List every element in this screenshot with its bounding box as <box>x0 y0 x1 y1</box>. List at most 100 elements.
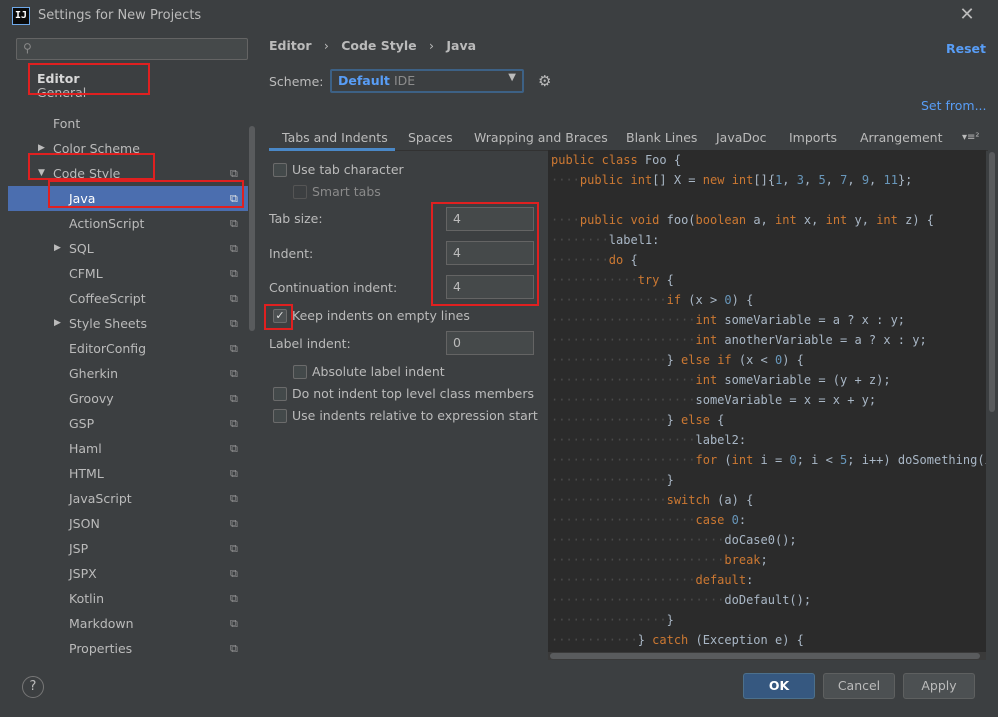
sidebar-item-jspx[interactable]: JSPX ⧉ <box>8 561 248 586</box>
settings-dialog: IJ Settings for New Projects ✕ ⚲ Editor G… <box>0 0 998 717</box>
code-line: ························doCase0(); <box>551 533 797 547</box>
project-scheme-icon: ⧉ <box>230 267 238 280</box>
settings-search-input[interactable]: ⚲ <box>16 38 248 60</box>
absolute-label-indent-label: Absolute label indent <box>312 364 445 379</box>
code-line: ····················int someVariable = a… <box>551 313 906 327</box>
project-scheme-icon: ⧉ <box>230 442 238 455</box>
no-indent-top-level-checkbox[interactable] <box>273 387 287 401</box>
breadcrumb-separator: › <box>323 38 329 53</box>
code-line: ····················default: <box>551 573 754 587</box>
sidebar-item-actionscript[interactable]: ActionScript ⧉ <box>8 211 248 236</box>
sidebar-item-label: JSPX <box>69 566 97 581</box>
window-title: Settings for New Projects <box>38 8 202 23</box>
code-style-tabs: Tabs and Indents Spaces Wrapping and Bra… <box>269 124 991 151</box>
sidebar-item-sql[interactable]: ▶ SQL ⧉ <box>8 236 248 261</box>
sidebar-item-label: ActionScript <box>69 216 145 231</box>
project-scheme-icon: ⧉ <box>230 292 238 305</box>
sidebar-item-jsp[interactable]: JSP ⧉ <box>8 536 248 561</box>
label-indent-input[interactable]: 0 <box>446 331 534 355</box>
sidebar-item-cfml[interactable]: CFML ⧉ <box>8 261 248 286</box>
sidebar-item-markdown[interactable]: Markdown ⧉ <box>8 611 248 636</box>
scheme-select[interactable]: Default IDE ▼ <box>330 69 524 93</box>
sidebar-item-label: Groovy <box>69 391 114 406</box>
relative-indents-label: Use indents relative to expression start <box>292 408 538 423</box>
cancel-button[interactable]: Cancel <box>823 673 895 699</box>
expand-right-icon[interactable]: ▶ <box>54 236 61 261</box>
expand-right-icon[interactable]: ▶ <box>54 311 61 336</box>
sidebar-item-gherkin[interactable]: Gherkin ⧉ <box>8 361 248 386</box>
project-scheme-icon: ⧉ <box>230 617 238 630</box>
use-tab-character-checkbox[interactable] <box>273 163 287 177</box>
preview-hscroll-thumb[interactable] <box>550 653 980 659</box>
sidebar-item-coffeescript[interactable]: CoffeeScript ⧉ <box>8 286 248 311</box>
project-scheme-icon: ⧉ <box>230 517 238 530</box>
breadcrumb-java: Java <box>446 38 477 53</box>
tab-blank-lines[interactable]: Blank Lines <box>626 130 697 145</box>
project-scheme-icon: ⧉ <box>230 417 238 430</box>
project-scheme-icon: ⧉ <box>230 317 238 330</box>
absolute-label-indent-checkbox[interactable] <box>293 365 307 379</box>
code-line: ········do { <box>551 253 638 267</box>
sidebar-item-label: Properties <box>69 641 133 656</box>
intellij-app-icon: IJ <box>12 7 30 25</box>
tab-size-label: Tab size: <box>269 211 323 226</box>
sidebar-item-label: CoffeeScript <box>69 291 146 306</box>
sidebar-item-javascript[interactable]: JavaScript ⧉ <box>8 486 248 511</box>
sidebar-item-html[interactable]: HTML ⧉ <box>8 461 248 486</box>
chevron-down-icon: ▼ <box>508 72 516 83</box>
sidebar-item-kotlin[interactable]: Kotlin ⧉ <box>8 586 248 611</box>
tab-tabs-and-indents[interactable]: Tabs and Indents <box>282 130 388 145</box>
reset-link[interactable]: Reset <box>946 41 986 56</box>
sidebar-item-label: Style Sheets <box>69 316 148 331</box>
preview-vertical-scrollbar[interactable] <box>988 150 996 660</box>
sidebar-item-properties[interactable]: Properties ⧉ <box>8 636 248 660</box>
sidebar-item-haml[interactable]: Haml ⧉ <box>8 436 248 461</box>
settings-sidebar: ⚲ Editor General Font ▶ Color Scheme ▼ Code St… <box>8 32 258 660</box>
continuation-indent-label: Continuation indent: <box>269 280 398 295</box>
gear-icon[interactable]: ⚙ <box>538 72 551 90</box>
ok-button[interactable]: OK <box>743 673 815 699</box>
sidebar-item-label: JSON <box>69 516 100 531</box>
tabs-overflow-icon[interactable]: ▾≡² <box>962 132 979 143</box>
sidebar-item-label: GSP <box>69 416 95 431</box>
sidebar-item-editorconfig[interactable]: EditorConfig ⧉ <box>8 336 248 361</box>
breadcrumb-code-style[interactable]: Code Style <box>341 38 416 53</box>
project-scheme-icon: ⧉ <box>230 392 238 405</box>
smart-tabs-checkbox[interactable] <box>293 185 307 199</box>
tab-arrangement[interactable]: Arrangement <box>860 130 943 145</box>
tab-wrapping-and-braces[interactable]: Wrapping and Braces <box>474 130 608 145</box>
apply-button[interactable]: Apply <box>903 673 975 699</box>
scheme-value: Default <box>338 73 390 88</box>
sidebar-item-label: Kotlin <box>69 591 104 606</box>
help-icon[interactable]: ? <box>22 676 44 698</box>
breadcrumb-separator: › <box>429 38 435 53</box>
code-line: ············} catch (Exception e) { <box>551 633 804 647</box>
sidebar-item-groovy[interactable]: Groovy ⧉ <box>8 386 248 411</box>
code-line: ····················label2: <box>551 433 747 447</box>
relative-indents-checkbox[interactable] <box>273 409 287 423</box>
set-from-link[interactable]: Set from... <box>921 98 987 113</box>
preview-horizontal-scrollbar[interactable] <box>548 652 986 660</box>
sidebar-scrollbar[interactable] <box>248 66 256 660</box>
scheme-scope: IDE <box>394 73 416 88</box>
tab-imports[interactable]: Imports <box>789 130 837 145</box>
sidebar-item-label: Haml <box>69 441 102 456</box>
sidebar-scroll-thumb[interactable] <box>249 126 255 331</box>
title-bar: IJ Settings for New Projects ✕ <box>0 0 998 32</box>
sidebar-item-style-sheets[interactable]: ▶ Style Sheets ⧉ <box>8 311 248 336</box>
code-line: ············try { <box>551 273 674 287</box>
sidebar-item-font[interactable]: Font <box>8 111 248 136</box>
smart-tabs-label: Smart tabs <box>312 184 381 199</box>
close-icon[interactable]: ✕ <box>956 4 978 26</box>
scheme-label: Scheme: <box>269 74 324 89</box>
tab-spaces[interactable]: Spaces <box>408 130 453 145</box>
preview-vscroll-thumb[interactable] <box>989 152 995 412</box>
project-scheme-icon: ⧉ <box>230 492 238 505</box>
code-line: ················} else if (x < 0) { <box>551 353 804 367</box>
sidebar-item-json[interactable]: JSON ⧉ <box>8 511 248 536</box>
tab-javadoc[interactable]: JavaDoc <box>716 130 767 145</box>
code-line: ····public void foo(boolean a, int x, in… <box>551 213 935 227</box>
breadcrumb-editor[interactable]: Editor <box>269 38 312 53</box>
sidebar-item-label: JavaScript <box>69 491 132 506</box>
sidebar-item-gsp[interactable]: GSP ⧉ <box>8 411 248 436</box>
